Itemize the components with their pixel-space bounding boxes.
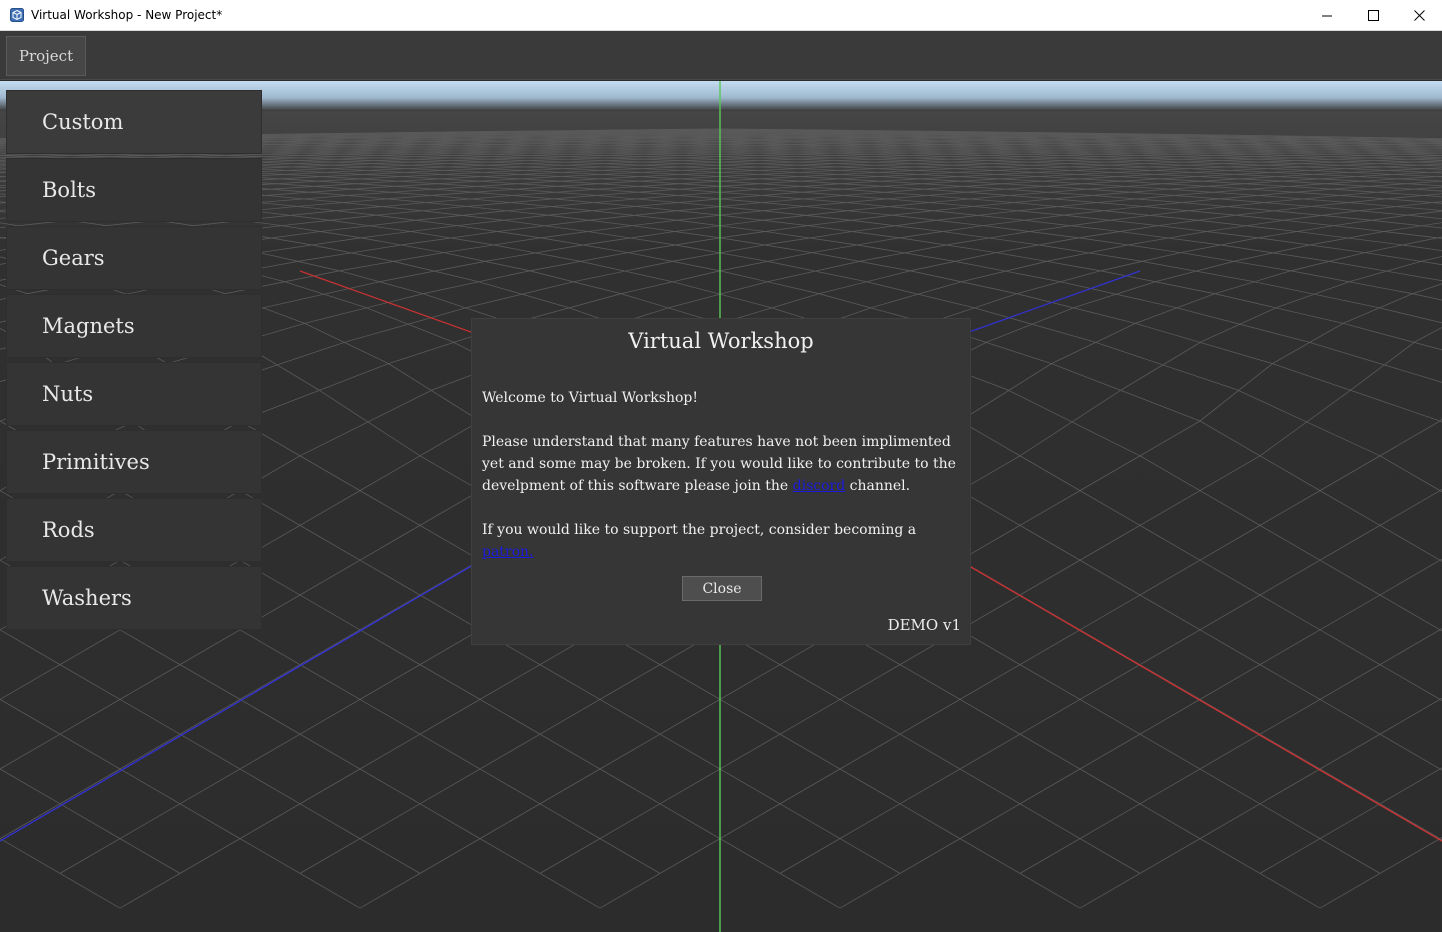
- toolbar: Project: [0, 31, 1442, 80]
- sidebar-item-washers[interactable]: Washers: [6, 566, 262, 630]
- minimize-icon[interactable]: [1304, 0, 1350, 31]
- support-text: If you would like to support the project…: [482, 522, 917, 560]
- sidebar-item-rods[interactable]: Rods: [6, 498, 262, 562]
- welcome-dialog: Virtual Workshop Welcome to Virtual Work…: [471, 318, 971, 645]
- sidebar-item-custom[interactable]: Custom: [6, 90, 262, 154]
- sidebar-item-gears[interactable]: Gears: [6, 226, 262, 290]
- contribute-text: Please understand that many features hav…: [482, 434, 956, 494]
- sidebar-item-bolts[interactable]: Bolts: [6, 158, 262, 222]
- close-button[interactable]: Close: [682, 576, 762, 601]
- window-controls: [1304, 0, 1442, 31]
- app-cube-icon: [9, 7, 25, 23]
- sidebar-item-magnets[interactable]: Magnets: [6, 294, 262, 358]
- sidebar-item-nuts[interactable]: Nuts: [6, 362, 262, 426]
- sidebar-item-primitives[interactable]: Primitives: [6, 430, 262, 494]
- project-menu-button[interactable]: Project: [6, 36, 86, 76]
- discord-link[interactable]: discord: [793, 478, 846, 494]
- window-titlebar: Virtual Workshop - New Project*: [0, 0, 1442, 31]
- version-label: DEMO v1: [887, 616, 961, 634]
- dialog-body: Welcome to Virtual Workshop! Please unde…: [482, 387, 964, 585]
- welcome-text: Welcome to Virtual Workshop!: [482, 390, 699, 406]
- maximize-icon[interactable]: [1350, 0, 1396, 31]
- dialog-title: Virtual Workshop: [628, 329, 814, 353]
- patron-link[interactable]: patron.: [482, 544, 534, 560]
- close-icon[interactable]: [1396, 0, 1442, 31]
- category-sidebar: Custom Bolts Gears Magnets Nuts Primitiv…: [6, 90, 262, 634]
- window-title: Virtual Workshop - New Project*: [31, 8, 223, 22]
